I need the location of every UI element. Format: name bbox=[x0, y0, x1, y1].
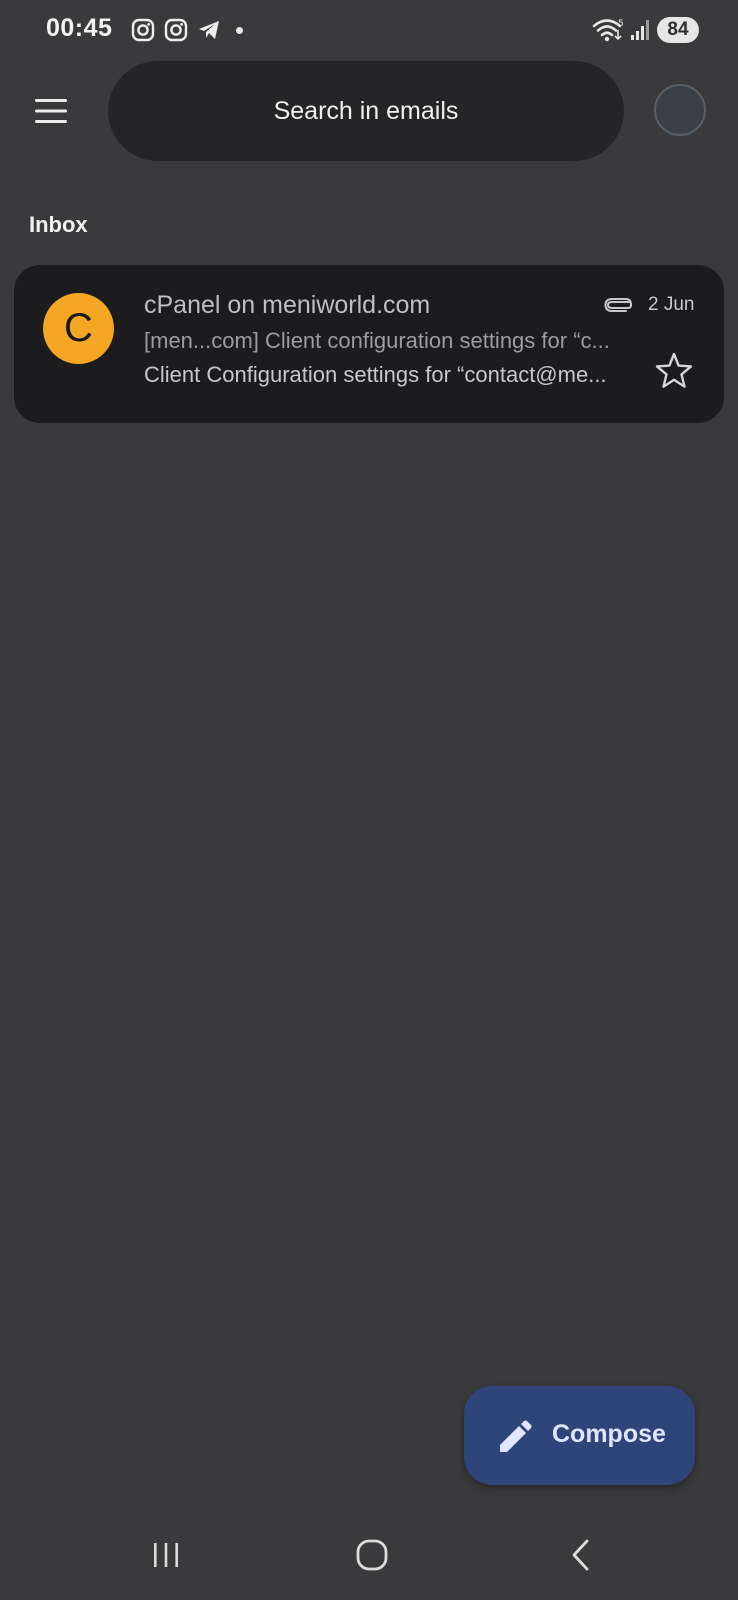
back-button[interactable] bbox=[556, 1530, 606, 1580]
search-placeholder: Search in emails bbox=[273, 96, 459, 125]
home-button[interactable] bbox=[347, 1530, 397, 1580]
battery-indicator: 84 bbox=[657, 17, 699, 43]
telegram-icon bbox=[199, 21, 219, 39]
back-icon bbox=[572, 1539, 589, 1571]
compose-label: Compose bbox=[552, 1420, 666, 1448]
hamburger-menu-icon bbox=[35, 99, 67, 123]
gmail-inbox-screen: 00:45 5 84 Search in emails Inbox C cPan… bbox=[0, 0, 738, 1600]
wifi-icon: 5 bbox=[592, 19, 624, 42]
star-icon[interactable] bbox=[654, 351, 694, 391]
search-bar[interactable]: Search in emails bbox=[108, 61, 624, 161]
instagram-icon bbox=[164, 18, 188, 42]
attachment-icon bbox=[604, 298, 633, 312]
svg-text:5: 5 bbox=[618, 19, 624, 29]
compose-button[interactable]: Compose bbox=[464, 1386, 695, 1485]
signal-icon bbox=[631, 20, 649, 40]
email-date: 2 Jun bbox=[648, 294, 695, 315]
status-time: 00:45 bbox=[46, 14, 113, 42]
account-avatar[interactable] bbox=[654, 84, 706, 136]
email-subject: [men...com] Client configuration setting… bbox=[144, 328, 610, 353]
menu-button[interactable] bbox=[26, 86, 76, 136]
status-bar: 00:45 5 84 bbox=[0, 0, 738, 62]
home-icon bbox=[356, 1539, 388, 1571]
inbox-label: Inbox bbox=[29, 212, 88, 237]
instagram-icon bbox=[131, 18, 155, 42]
email-list-item[interactable]: C cPanel on meniworld.com [men...com] Cl… bbox=[14, 265, 724, 423]
notification-dot bbox=[236, 27, 243, 34]
email-snippet: Client Configuration settings for “conta… bbox=[144, 362, 607, 387]
email-sender: cPanel on meniworld.com bbox=[144, 291, 431, 319]
sender-avatar: C bbox=[43, 293, 114, 364]
recent-apps-button[interactable] bbox=[141, 1530, 191, 1580]
pencil-icon bbox=[500, 1420, 532, 1452]
recent-apps-icon bbox=[154, 1543, 178, 1567]
